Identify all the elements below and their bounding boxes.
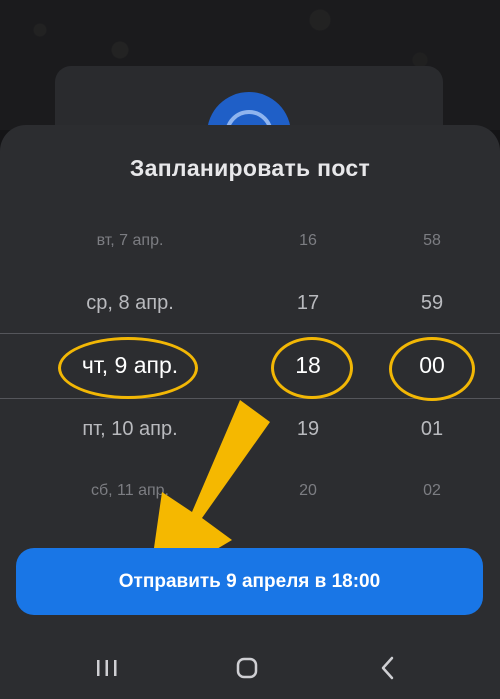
highlight-oval-date	[58, 337, 198, 399]
picker-row: ср, 8 апр. 17 59	[0, 273, 500, 333]
date-option[interactable]: ср, 8 апр.	[0, 273, 260, 333]
hour-option[interactable]: 16	[258, 211, 358, 271]
hour-option[interactable]: 17	[258, 273, 358, 333]
highlight-oval-minute	[389, 337, 475, 401]
minute-option[interactable]: 59	[382, 273, 482, 333]
sheet-title: Запланировать пост	[129, 155, 371, 181]
recent-apps-icon[interactable]	[87, 652, 127, 684]
minute-option[interactable]: 58	[382, 211, 482, 271]
android-navbar	[0, 640, 500, 699]
minute-option[interactable]: 02	[382, 461, 482, 521]
highlight-oval-hour	[271, 337, 353, 399]
back-icon[interactable]	[368, 652, 408, 684]
picker-row: вт, 7 апр. 16 58	[0, 211, 500, 271]
home-icon[interactable]	[227, 652, 267, 684]
send-scheduled-button[interactable]: Отправить 9 апреля в 18:00	[16, 548, 483, 615]
minute-option[interactable]: 01	[382, 399, 482, 459]
date-option[interactable]: вт, 7 апр.	[0, 211, 260, 271]
